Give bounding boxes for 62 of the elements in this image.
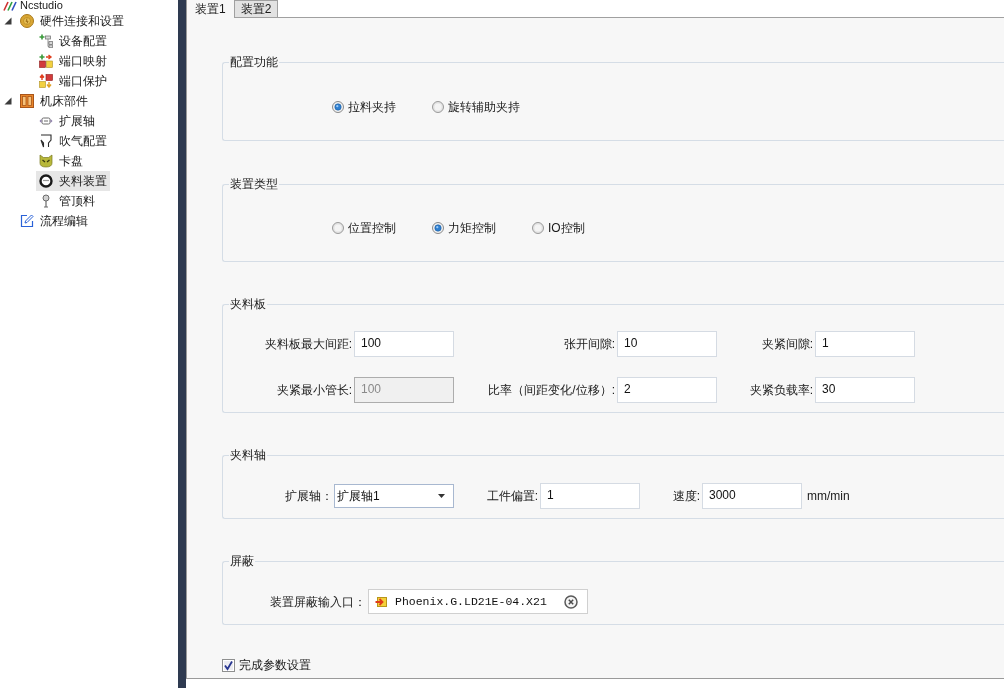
squares-arrows-icon <box>39 74 53 88</box>
axis-arrows-icon <box>39 114 53 128</box>
input-port-field[interactable]: Phoenix.G.LD21E-04.X21 <box>368 589 588 614</box>
radio-option[interactable]: 力矩控制 <box>432 221 496 235</box>
text-field[interactable]: 100 <box>354 331 454 357</box>
tree-item[interactable]: 吹气配置 <box>36 131 110 151</box>
field-label: 扩展轴： <box>285 489 333 503</box>
text-field[interactable]: 30 <box>815 377 915 403</box>
tree-item[interactable]: 硬件连接和设置 <box>17 11 127 31</box>
cabinet-icon <box>20 94 34 108</box>
cat-face-icon <box>39 154 53 168</box>
field-label: 张开间隙: <box>563 337 615 351</box>
app-title: Ncstudio <box>20 0 63 11</box>
pin-icon <box>39 194 53 208</box>
tree-item[interactable]: 夹料装置 <box>36 171 110 191</box>
coin-icon <box>20 14 34 28</box>
field-label: 速度: <box>672 489 700 503</box>
tree-item[interactable]: 卡盘 <box>36 151 86 171</box>
tree-item[interactable]: 管顶料 <box>36 191 98 211</box>
tree-item[interactable]: 机床部件 <box>17 91 91 111</box>
checkbox-option[interactable]: 完成参数设置 <box>222 658 311 672</box>
text-field[interactable]: 1 <box>815 331 915 357</box>
unit-label: mm/min <box>807 488 850 505</box>
expander-icon[interactable] <box>4 97 12 105</box>
tree-item[interactable]: 扩展轴 <box>36 111 98 131</box>
group-title: 屏蔽 <box>229 554 255 568</box>
dropdown[interactable]: 扩展轴1 <box>334 484 454 508</box>
tree-item[interactable]: 流程编辑 <box>17 211 91 231</box>
field-label: 夹紧间隙: <box>761 337 813 351</box>
radio-option[interactable]: IO控制 <box>532 221 585 235</box>
field-label: 夹料板最大间距: <box>264 337 352 351</box>
field-label: 比率（间距变化/位移）: <box>488 383 615 397</box>
tab[interactable]: 装置1 <box>187 0 234 18</box>
clear-icon[interactable] <box>564 594 578 609</box>
squares-arrows-icon <box>39 54 53 68</box>
group-title: 夹料板 <box>229 297 267 311</box>
radio-option[interactable]: 位置控制 <box>332 221 396 235</box>
tab[interactable]: 装置2 <box>233 0 279 18</box>
field-label: 装置屏蔽输入口： <box>270 594 366 609</box>
edit-icon <box>20 214 34 228</box>
caret-down-icon <box>438 494 445 498</box>
app-logo-icon <box>3 0 17 11</box>
field-label: 夹紧最小管长: <box>276 383 352 397</box>
radio-option[interactable]: 拉料夹持 <box>332 100 396 114</box>
field-label: 夹紧负载率: <box>749 383 813 397</box>
text-field[interactable]: 2 <box>617 377 717 403</box>
text-field[interactable]: 3000 <box>702 483 802 509</box>
nozzle-icon <box>39 134 53 148</box>
arrow-square-icon <box>375 595 387 608</box>
tree-item[interactable]: 端口保护 <box>36 71 110 91</box>
ring-icon <box>39 174 53 188</box>
node-tree-icon <box>39 34 53 48</box>
radio-option[interactable]: 旋转辅助夹持 <box>432 100 520 114</box>
expander-icon[interactable] <box>4 17 12 25</box>
text-field[interactable]: 1 <box>540 483 640 509</box>
group-title: 夹料轴 <box>229 448 267 462</box>
text-field[interactable]: 10 <box>617 331 717 357</box>
field-label: 工件偏置: <box>486 489 538 503</box>
group-title: 装置类型 <box>229 177 279 191</box>
tree-item[interactable]: 端口映射 <box>36 51 110 71</box>
tree-item[interactable]: 设备配置 <box>36 31 110 51</box>
group-title: 配置功能 <box>229 55 279 69</box>
